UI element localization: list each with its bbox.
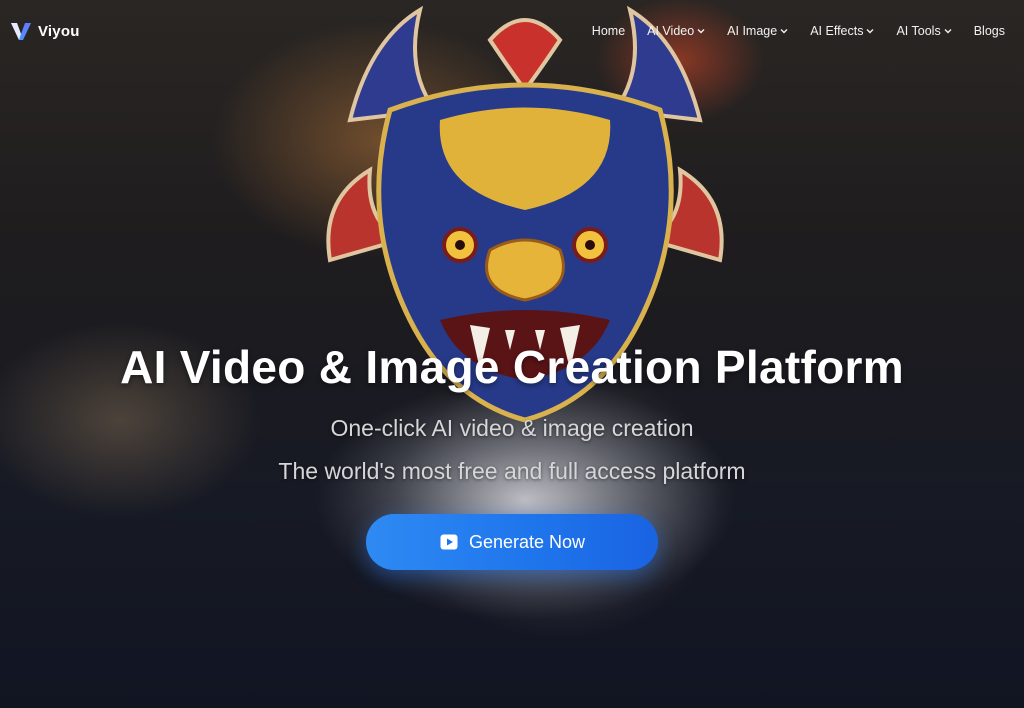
chevron-down-icon [697, 29, 705, 34]
nav-item-ai-effects[interactable]: AI Effects [799, 24, 885, 38]
nav-item-label: Blogs [973, 24, 1005, 38]
nav-item-blogs[interactable]: Blogs [963, 24, 1016, 38]
nav-item-label: Home [591, 24, 626, 38]
nav-item-label: AI Image [727, 24, 778, 38]
hero-subtitle-line1: One-click AI video & image creation [330, 415, 694, 441]
bottom-fade [0, 636, 1024, 708]
nav-item-ai-tools[interactable]: AI Tools [885, 24, 962, 38]
nav-item-label: AI Video [647, 24, 695, 38]
viyou-v-logo-icon [11, 23, 31, 40]
nav-item-ai-video[interactable]: AI Video [636, 24, 716, 38]
chevron-down-icon [866, 29, 874, 34]
generate-now-button[interactable]: Generate Now [366, 514, 658, 570]
generate-now-label: Generate Now [468, 531, 586, 552]
brand-logo-link[interactable]: Viyou [8, 18, 80, 44]
brand-name: Viyou [38, 22, 80, 40]
page: Viyou Home AI Video AI Image AI Effects … [0, 0, 1024, 708]
nav-item-label: AI Effects [810, 24, 864, 38]
nav-item-label: AI Tools [896, 24, 941, 38]
chevron-down-icon [780, 29, 788, 34]
hero-title: AI Video & Image Creation Platform [120, 341, 904, 393]
hero-subtitle-line2: The world's most free and full access pl… [278, 458, 746, 484]
play-square-icon [440, 534, 458, 550]
chevron-down-icon [944, 29, 952, 34]
top-navbar: Viyou Home AI Video AI Image AI Effects … [0, 0, 1024, 62]
nav-item-home[interactable]: Home [581, 24, 636, 38]
nav-item-ai-image[interactable]: AI Image [716, 24, 799, 38]
nav-links: Home AI Video AI Image AI Effects AI Too… [581, 24, 1016, 38]
